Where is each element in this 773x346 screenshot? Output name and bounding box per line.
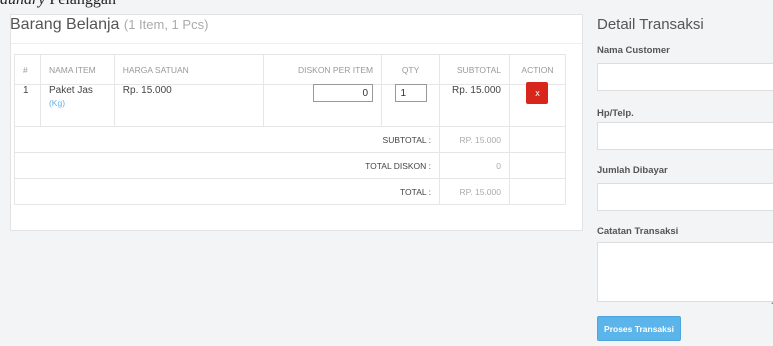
item-discount-cell xyxy=(263,84,383,127)
summary-total-row: TOTAL : RP. 15.000 xyxy=(13,178,567,205)
summary-empty-cell xyxy=(508,126,567,153)
notes-textarea[interactable] xyxy=(597,242,773,302)
cart-item-count: (1 Item, 1 Pcs) xyxy=(123,17,209,32)
cart-header-row: # NAMA ITEM HARGA SATUAN DISKON PER ITEM… xyxy=(14,54,567,85)
item-name-cell: Paket Jas (Kg) xyxy=(39,84,115,127)
item-number: 1 xyxy=(14,84,41,127)
cart-table: # NAMA ITEM HARGA SATUAN DISKON PER ITEM… xyxy=(13,54,567,205)
item-price: Rp. 15.000 xyxy=(113,84,265,127)
col-header-qty: QTY xyxy=(381,54,441,85)
remove-item-button[interactable]: x xyxy=(526,82,549,104)
item-action-cell: x xyxy=(508,82,567,127)
col-header-discount: DISKON PER ITEM xyxy=(263,54,383,85)
cart-title: Barang Belanja (1 Item, 1 Pcs) xyxy=(10,16,208,34)
transaction-title: Detail Transaksi xyxy=(597,16,704,33)
caption-plain-text: Pelanggan xyxy=(45,0,116,8)
summary-empty-cell xyxy=(508,152,567,179)
col-header-action: ACTION xyxy=(508,54,567,85)
col-header-number: # xyxy=(14,54,41,85)
item-name: Paket Jas xyxy=(48,85,93,96)
customer-name-label: Nama Customer xyxy=(597,45,670,56)
item-unit: (Kg) xyxy=(48,98,66,108)
summary-discount-label: TOTAL DISKON : xyxy=(13,152,441,179)
summary-total-label: TOTAL : xyxy=(13,178,441,205)
summary-empty-cell xyxy=(508,178,567,205)
panel-divider xyxy=(11,43,582,44)
summary-subtotal-value: RP. 15.000 xyxy=(439,126,510,153)
table-row: 1 Paket Jas (Kg) Rp. 15.000 Rp. 15.000 x xyxy=(14,82,567,127)
phone-input[interactable] xyxy=(597,122,773,150)
item-qty-cell xyxy=(381,84,441,127)
document-caption-fragment: aundry Pelanggan xyxy=(0,0,116,9)
summary-subtotal-label: SUBTOTAL : xyxy=(13,126,441,153)
qty-input[interactable] xyxy=(394,84,427,102)
summary-discount-value: 0 xyxy=(439,152,510,179)
phone-label: Hp/Telp. xyxy=(597,108,634,119)
item-subtotal: Rp. 15.000 xyxy=(439,84,510,127)
customer-name-input[interactable] xyxy=(597,63,773,91)
amount-paid-input[interactable] xyxy=(597,183,773,211)
discount-input[interactable] xyxy=(313,84,374,102)
summary-discount-row: TOTAL DISKON : 0 xyxy=(13,152,567,179)
amount-paid-label: Jumlah Dibayar xyxy=(597,165,668,176)
col-header-item-name: NAMA ITEM xyxy=(39,54,115,85)
transaction-panel: Detail Transaksi Nama Customer Hp/Telp. … xyxy=(588,0,773,346)
summary-subtotal-row: SUBTOTAL : RP. 15.000 xyxy=(13,126,567,153)
caption-italic-text: aundry xyxy=(0,0,45,8)
notes-label: Catatan Transaksi xyxy=(597,226,679,237)
cart-title-text: Barang Belanja xyxy=(10,16,120,33)
process-transaction-button[interactable]: Proses Transaksi xyxy=(597,316,681,341)
col-header-subtotal: SUBTOTAL xyxy=(439,54,510,85)
col-header-unit-price: HARGA SATUAN xyxy=(113,54,265,85)
summary-total-value: RP. 15.000 xyxy=(439,178,510,205)
